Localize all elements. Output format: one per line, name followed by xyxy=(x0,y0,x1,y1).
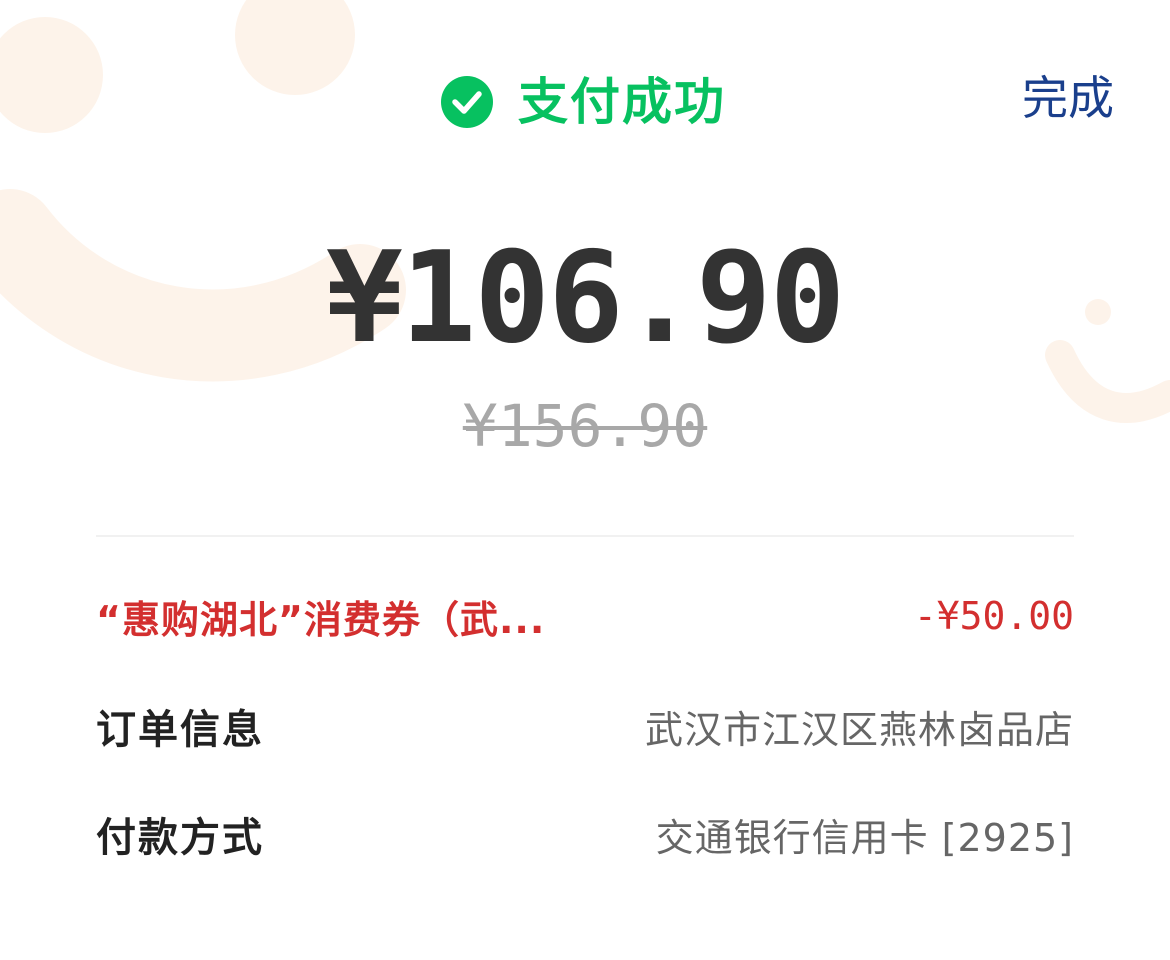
order-info-row[interactable]: 订单信息 武汉市江汉区燕林卤品店 xyxy=(96,696,1074,756)
payment-status-text: 支付成功 xyxy=(518,73,726,131)
payment-success-screen: 支付成功 完成 ¥106.90 ¥156.90 “惠购湖北”消费券（武... -… xyxy=(0,0,1170,960)
order-info-label: 订单信息 xyxy=(96,707,264,753)
divider xyxy=(96,535,1074,537)
done-button[interactable]: 完成 xyxy=(1022,70,1114,126)
paid-amount: ¥106.90 xyxy=(326,224,845,371)
coupon-row[interactable]: “惠购湖北”消费券（武... -¥50.00 xyxy=(96,586,1074,646)
payment-method-row[interactable]: 付款方式 交通银行信用卡 [2925] xyxy=(96,804,1074,864)
payment-method-value: 交通银行信用卡 [2925] xyxy=(655,815,1074,860)
payment-status: 支付成功 xyxy=(440,72,726,132)
original-amount: ¥156.90 xyxy=(462,392,708,460)
payment-method-label: 付款方式 xyxy=(96,815,264,861)
merchant-name: 武汉市江汉区燕林卤品店 xyxy=(644,707,1074,752)
check-circle-icon xyxy=(441,76,493,128)
coupon-discount-value: -¥50.00 xyxy=(913,594,1074,638)
decoration-dot xyxy=(235,0,355,95)
decoration-dot xyxy=(0,17,103,133)
coupon-label: “惠购湖北”消费券（武... xyxy=(96,597,546,642)
